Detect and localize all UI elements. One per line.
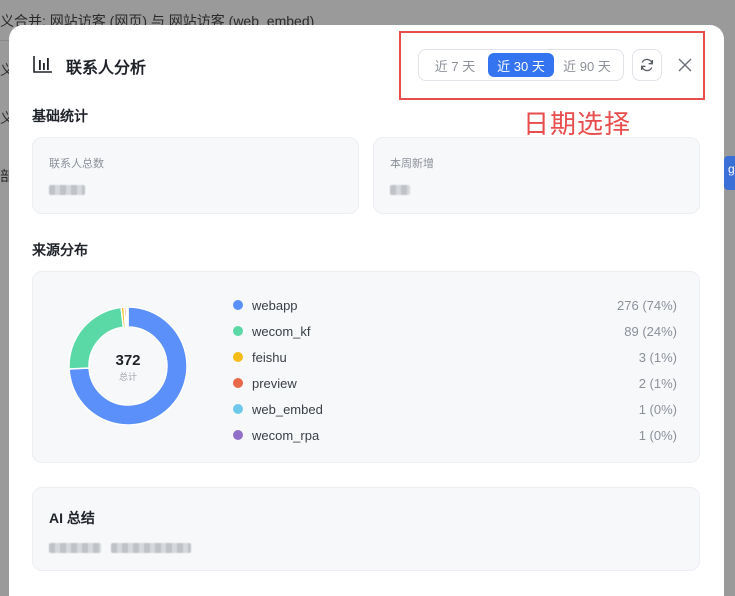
legend-label: web_embed	[252, 401, 323, 417]
legend-color-dot	[233, 430, 243, 440]
total-contacts-card: 联系人总数	[32, 137, 359, 214]
legend-value: 276 (74%)	[617, 297, 677, 313]
date-selection-highlight	[399, 31, 705, 100]
legend-label: wecom_kf	[252, 323, 311, 339]
bar-chart-icon	[33, 56, 52, 73]
donut-slice-wecom-rpa[interactable]	[126, 307, 129, 328]
legend-value: 3 (1%)	[638, 349, 677, 365]
total-contacts-value	[49, 182, 85, 198]
ai-summary-text	[49, 540, 192, 558]
weekly-new-value	[390, 182, 410, 198]
chart-legend: webapp 276 (74%) wecom_kf 89 (24%) feishu 3 (…	[233, 292, 677, 448]
background-button[interactable]: g	[724, 156, 735, 190]
legend-color-dot	[233, 378, 243, 388]
legend-label: feishu	[252, 349, 287, 365]
total-contacts-label: 联系人总数	[49, 158, 104, 170]
legend-label: wecom_rpa	[252, 427, 320, 443]
legend-color-dot	[233, 300, 243, 310]
legend-label: webapp	[252, 297, 298, 313]
legend-item-feishu[interactable]: feishu 3 (1%)	[233, 344, 677, 370]
legend-value: 89 (24%)	[624, 323, 677, 339]
legend-item-wecom-kf[interactable]: wecom_kf 89 (24%)	[233, 318, 677, 344]
legend-value: 1 (0%)	[638, 401, 677, 417]
ai-summary-title: AI 总结	[49, 510, 95, 526]
legend-value: 1 (0%)	[638, 427, 677, 443]
legend-color-dot	[233, 352, 243, 362]
source-distribution-title: 来源分布	[32, 242, 88, 258]
ai-summary-card: AI 总结	[32, 487, 700, 571]
legend-item-webapp[interactable]: webapp 276 (74%)	[233, 292, 677, 318]
legend-value: 2 (1%)	[638, 375, 677, 391]
basic-stats-title: 基础统计	[32, 108, 88, 124]
weekly-new-label: 本周新增	[390, 158, 434, 170]
weekly-new-card: 本周新增	[373, 137, 700, 214]
legend-color-dot	[233, 326, 243, 336]
donut-total-label: 总计	[118, 372, 137, 382]
legend-item-wecom-rpa[interactable]: wecom_rpa 1 (0%)	[233, 422, 677, 448]
source-distribution-card: 372 总计 webapp 276 (74%) wecom_kf 89 (24%) fe…	[32, 271, 700, 463]
legend-color-dot	[233, 404, 243, 414]
modal-title: 联系人分析	[66, 60, 147, 77]
legend-label: preview	[252, 375, 297, 391]
donut-total-value: 372	[115, 352, 141, 369]
legend-item-web-embed[interactable]: web_embed 1 (0%)	[233, 396, 677, 422]
legend-item-preview[interactable]: preview 2 (1%)	[233, 370, 677, 396]
date-selection-annotation: 日期选择	[523, 109, 632, 139]
